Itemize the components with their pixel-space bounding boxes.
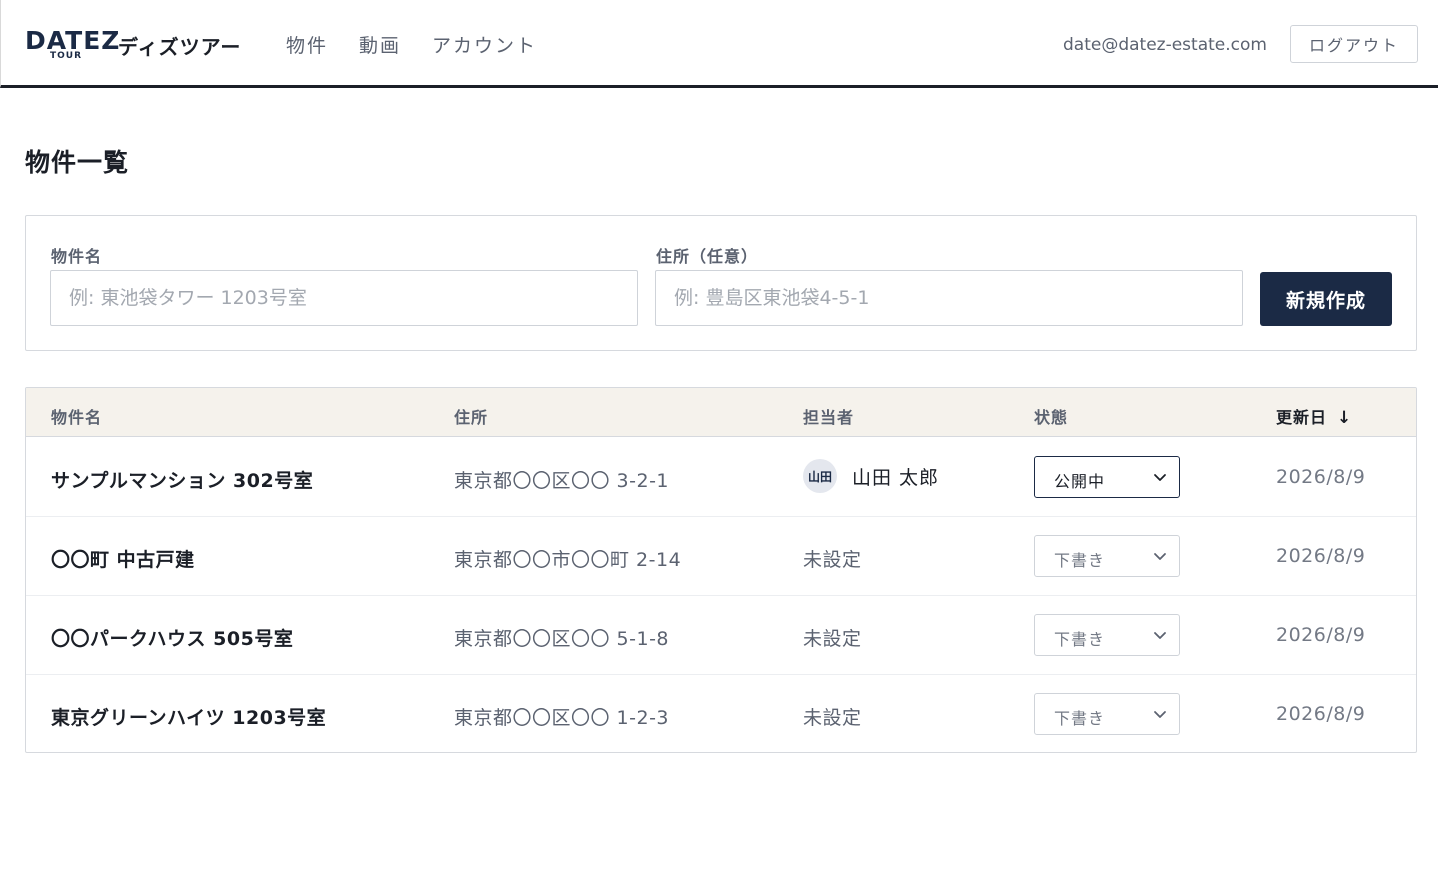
column-header-updated[interactable]: 更新日 ↓ <box>1276 404 1352 428</box>
property-name[interactable]: サンプルマンション 302号室 <box>51 466 313 493</box>
property-name-input[interactable] <box>50 270 638 326</box>
user-email: date@datez-estate.com <box>1063 35 1267 55</box>
status-select[interactable]: 下書き <box>1034 614 1180 656</box>
column-header-name[interactable]: 物件名 <box>51 404 102 428</box>
table-row[interactable]: サンプルマンション 302号室 東京都〇〇区〇〇 3-2-1 山田 山田 太郎 … <box>26 438 1416 517</box>
chevron-down-icon <box>1154 553 1166 560</box>
property-name[interactable]: 東京グリーンハイツ 1203号室 <box>51 703 326 730</box>
logout-button[interactable]: ログアウト <box>1290 25 1418 63</box>
column-header-assignee[interactable]: 担当者 <box>803 404 854 428</box>
status-select[interactable]: 公開中 <box>1034 456 1180 498</box>
status-value: 下書き <box>1054 551 1106 570</box>
nav-item-videos[interactable]: 動画 <box>359 31 401 58</box>
assignee: 山田 山田 太郎 <box>803 459 939 493</box>
logo-subtitle: TOUR <box>50 51 83 61</box>
filter-panel: 物件名 住所（任意） 新規作成 <box>25 215 1417 351</box>
address-label: 住所（任意） <box>656 247 759 266</box>
sort-desc-icon: ↓ <box>1337 408 1353 428</box>
status-value: 公開中 <box>1054 472 1106 491</box>
column-header-status[interactable]: 状態 <box>1034 404 1068 428</box>
table-row[interactable]: 東京グリーンハイツ 1203号室 東京都〇〇区〇〇 1-2-3 未設定 下書き … <box>26 675 1416 752</box>
table-header: 物件名 住所 担当者 状態 更新日 ↓ <box>26 388 1416 437</box>
avatar: 山田 <box>803 459 837 493</box>
assignee-unset: 未設定 <box>803 628 862 650</box>
assignee-name: 山田 太郎 <box>852 466 940 489</box>
updated-date: 2026/8/9 <box>1276 624 1366 646</box>
chevron-down-icon <box>1154 711 1166 718</box>
brand-name: ディズツアー <box>118 35 242 59</box>
app-header: DATEZ TOUR ディズツアー 物件 動画 アカウント date@datez… <box>0 0 1438 88</box>
logo-wordmark: DATEZ <box>25 26 121 55</box>
nav-item-properties[interactable]: 物件 <box>286 31 328 58</box>
property-name[interactable]: 〇〇パークハウス 505号室 <box>51 624 293 651</box>
property-table: 物件名 住所 担当者 状態 更新日 ↓ サンプルマンション 302号室 東京都〇〇… <box>25 387 1417 753</box>
status-select[interactable]: 下書き <box>1034 535 1180 577</box>
create-property-button[interactable]: 新規作成 <box>1260 272 1392 326</box>
status-select[interactable]: 下書き <box>1034 693 1180 735</box>
updated-date: 2026/8/9 <box>1276 545 1366 567</box>
chevron-down-icon <box>1154 632 1166 639</box>
table-row[interactable]: 〇〇パークハウス 505号室 東京都〇〇区〇〇 5-1-8 未設定 下書き 20… <box>26 596 1416 675</box>
datez-logo[interactable]: DATEZ TOUR <box>25 26 121 64</box>
column-header-updated-label: 更新日 <box>1276 408 1328 427</box>
page-title: 物件一覧 <box>25 148 130 177</box>
property-name-label: 物件名 <box>51 247 103 266</box>
assignee-unset: 未設定 <box>803 707 862 729</box>
address-input[interactable] <box>655 270 1243 326</box>
status-value: 下書き <box>1054 709 1106 728</box>
property-address: 東京都〇〇区〇〇 3-2-1 <box>454 470 670 492</box>
main-nav: 物件 動画 アカウント <box>286 31 537 58</box>
property-address: 東京都〇〇区〇〇 5-1-8 <box>454 628 670 650</box>
property-name[interactable]: 〇〇町 中古戸建 <box>51 545 195 572</box>
property-address: 東京都〇〇区〇〇 1-2-3 <box>454 707 670 729</box>
updated-date: 2026/8/9 <box>1276 703 1366 725</box>
nav-item-account[interactable]: アカウント <box>432 31 537 58</box>
status-value: 下書き <box>1054 630 1106 649</box>
assignee-unset: 未設定 <box>803 549 862 571</box>
table-row[interactable]: 〇〇町 中古戸建 東京都〇〇市〇〇町 2-14 未設定 下書き 2026/8/9 <box>26 517 1416 596</box>
column-header-address[interactable]: 住所 <box>454 404 488 428</box>
property-address: 東京都〇〇市〇〇町 2-14 <box>454 549 682 571</box>
chevron-down-icon <box>1154 474 1166 481</box>
updated-date: 2026/8/9 <box>1276 466 1366 488</box>
